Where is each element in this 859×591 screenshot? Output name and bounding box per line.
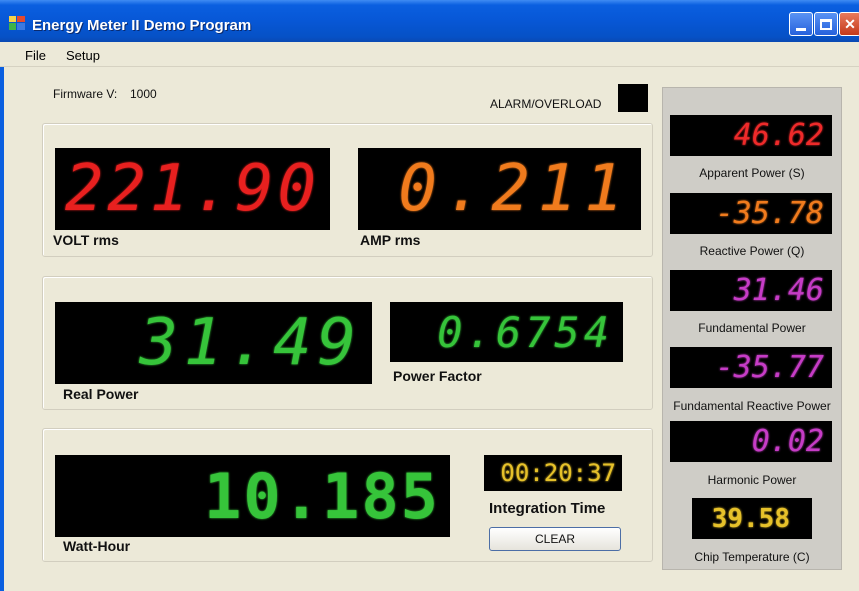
chip-temperature-value: 39.58 [711,503,790,534]
watt-hour-value: 10.185 [204,459,440,533]
fundamental-reactive-power-label: Fundamental Reactive Power [673,399,831,413]
apparent-power-label: Apparent Power (S) [699,166,805,180]
maximize-icon [820,18,832,30]
reactive-power-label: Reactive Power (Q) [699,244,805,258]
close-button[interactable]: ✕ [839,12,859,36]
fundamental-reactive-power-display: -35.77 [670,347,832,388]
title-bar[interactable]: Energy Meter II Demo Program ✕ [0,0,859,42]
maximize-button[interactable] [814,12,838,36]
harmonic-power-display: 0.02 [670,421,832,462]
voltage-display: 221.90 [55,148,330,230]
alarm-indicator [618,84,648,112]
current-label: AMP rms [360,232,421,248]
firmware-label: Firmware V: [53,87,118,101]
real-power-value: 31.49 [139,306,362,380]
window-title: Energy Meter II Demo Program [32,17,252,34]
chip-temperature-label: Chip Temperature (C) [694,550,810,564]
minimize-button[interactable] [789,12,813,36]
real-power-label: Real Power [63,386,139,402]
reactive-power-value: -35.78 [715,196,824,231]
menu-file[interactable]: File [25,48,46,63]
power-factor-value: 0.6754 [437,307,613,357]
firmware-value: 1000 [130,87,157,101]
voltage-value: 221.90 [64,152,320,226]
app-window: Energy Meter II Demo Program ✕ File Setu… [0,0,859,591]
window-frame [0,42,4,591]
menu-setup[interactable]: Setup [66,48,100,63]
integration-time-display: 00:20:37 [484,455,622,491]
fundamental-reactive-power-value: -35.77 [715,350,824,385]
fundamental-power-display: 31.46 [670,270,832,311]
apparent-power-display: 46.62 [670,115,832,156]
harmonic-power-label: Harmonic Power [707,473,797,487]
app-icon [9,16,25,30]
integration-time-label: Integration Time [489,500,606,517]
watt-hour-label: Watt-Hour [63,538,131,554]
integration-time-value: 00:20:37 [500,459,616,487]
alarm-label: ALARM/OVERLOAD [490,97,602,111]
fundamental-power-value: 31.46 [733,273,824,308]
reactive-power-display: -35.78 [670,193,832,234]
harmonic-power-value: 0.02 [751,424,824,459]
minimize-icon [796,27,806,31]
close-icon: ✕ [844,15,856,32]
menu-bar: File Setup [0,42,859,67]
apparent-power-value: 46.62 [733,118,824,153]
watt-hour-display: 10.185 [55,455,450,537]
voltage-label: VOLT rms [53,232,119,248]
current-value: 0.211 [398,152,631,226]
fundamental-power-label: Fundamental Power [698,321,806,335]
real-power-display: 31.49 [55,302,372,384]
power-factor-display: 0.6754 [390,302,623,362]
chip-temperature-display: 39.58 [692,498,812,539]
clear-button[interactable]: CLEAR [489,527,621,551]
power-factor-label: Power Factor [393,368,482,384]
current-display: 0.211 [358,148,641,230]
